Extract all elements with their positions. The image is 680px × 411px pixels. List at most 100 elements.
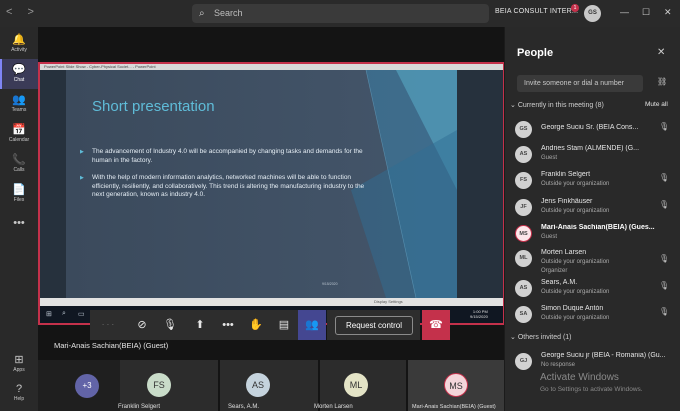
phone-icon: 📞 bbox=[12, 154, 26, 166]
rail-label: Chat bbox=[13, 77, 25, 83]
person-status: Guest bbox=[541, 155, 558, 161]
mic-off-icon[interactable]: 🎙 bbox=[659, 200, 669, 209]
rail-label: Help bbox=[13, 396, 25, 402]
avatar: FS bbox=[515, 172, 532, 189]
search-icon: ⌕ bbox=[62, 310, 66, 317]
ppt-status-bar: Slide 2 of 15 Display Settings bbox=[40, 298, 503, 312]
taskbar-date: 9/15/2020 bbox=[470, 314, 488, 319]
rail-item-more[interactable]: ••• bbox=[0, 213, 38, 243]
share-screen-icon[interactable]: ⬆ bbox=[186, 310, 214, 340]
meeting-controls: · · · ⊘ 🎙 ⬆ ••• ✋ ▤ 👥 Request control ☎ bbox=[90, 310, 450, 340]
others-section-header[interactable]: ⌄ Others invited (1) bbox=[510, 333, 572, 341]
nav-arrows: < > bbox=[6, 6, 46, 18]
rail-item-files[interactable]: 📄 Files bbox=[0, 179, 38, 209]
participant-tile: AS Sears, A.M. bbox=[220, 360, 318, 411]
task-view-icon: ▭ bbox=[78, 311, 85, 318]
share-link-icon[interactable]: ⛓ bbox=[657, 77, 667, 86]
person-name: Sears, A.M. bbox=[541, 279, 578, 286]
rail-item-calendar[interactable]: 📅 Calendar bbox=[0, 119, 38, 149]
mic-off-icon[interactable]: 🎙 bbox=[659, 122, 669, 131]
person-name: Franklin Selgert bbox=[541, 171, 591, 178]
search-input[interactable]: ⌕ Search bbox=[192, 4, 489, 23]
list-item[interactable]: AS Andries Stam (ALMENDE) (G... Guest bbox=[515, 144, 680, 170]
files-icon: 📄 bbox=[12, 184, 26, 196]
rail-item-chat[interactable]: 💬 Chat bbox=[0, 59, 38, 89]
rail-label: Calendar bbox=[8, 137, 30, 143]
org-name[interactable]: BEIA CONSULT INTER... bbox=[495, 8, 578, 15]
mic-off-icon[interactable]: 🎙 bbox=[659, 173, 669, 182]
person-status: No response bbox=[541, 362, 576, 368]
list-item[interactable]: GS George Suciu Sr. (BEIA Cons... 🎙 bbox=[515, 119, 680, 145]
participant-name: Sears, A.M. bbox=[228, 404, 260, 410]
mic-off-icon[interactable]: 🎙 bbox=[659, 281, 669, 290]
rail-item-help[interactable]: ? Help bbox=[0, 379, 38, 409]
more-participants-count: +3 bbox=[75, 374, 99, 398]
request-control-button[interactable]: Request control bbox=[335, 316, 413, 335]
close-icon[interactable]: ✕ bbox=[664, 7, 672, 18]
panel-title: People bbox=[517, 47, 554, 59]
title-bar: < > ⌕ Search BEIA CONSULT INTER... 1 GS … bbox=[0, 0, 680, 27]
rail-item-calls[interactable]: 📞 Calls bbox=[0, 149, 38, 179]
shared-screen: PowerPoint Slide Show - Cyber-Physical S… bbox=[38, 62, 505, 325]
close-icon[interactable]: ✕ bbox=[657, 47, 665, 58]
list-item[interactable]: FS Franklin Selgert Outside your organiz… bbox=[515, 170, 680, 196]
avatar: MS bbox=[515, 225, 532, 242]
person-name: Andries Stam (ALMENDE) (G... bbox=[541, 145, 640, 152]
person-status: Guest bbox=[541, 234, 558, 240]
minimize-icon[interactable]: — bbox=[620, 7, 629, 17]
windows-start-icon: ⊞ bbox=[46, 311, 52, 318]
person-name: George Suciu jr (BEIA - Romania) (Gu... bbox=[541, 352, 666, 359]
rail-item-activity[interactable]: 🔔 Activity bbox=[0, 29, 38, 59]
raise-hand-icon[interactable]: ✋ bbox=[242, 310, 270, 340]
slide: Short presentation The advancement of In… bbox=[66, 70, 457, 298]
list-item[interactable]: JF Jens Finkhäuser Outside your organiza… bbox=[515, 197, 680, 223]
slide-title: Short presentation bbox=[92, 98, 215, 115]
mic-off-icon[interactable]: 🎙 bbox=[659, 254, 669, 263]
mic-off-icon[interactable]: 🎙 bbox=[659, 307, 669, 316]
rail-label: Files bbox=[13, 197, 25, 203]
search-icon: ⌕ bbox=[199, 8, 205, 19]
participants-icon[interactable]: 👥 bbox=[298, 310, 326, 340]
forward-arrow-icon[interactable]: > bbox=[28, 6, 34, 18]
list-item[interactable]: MS Mari-Anais Sachian(BEIA) (Gues... Gue… bbox=[515, 223, 680, 249]
camera-off-icon[interactable]: ⊘ bbox=[128, 310, 156, 340]
user-avatar[interactable]: GS bbox=[584, 5, 601, 22]
list-item[interactable]: AS Sears, A.M. Outside your organization… bbox=[515, 278, 680, 304]
back-arrow-icon[interactable]: < bbox=[6, 6, 12, 18]
person-status: Outside your organization bbox=[541, 289, 610, 295]
avatar: AS bbox=[515, 146, 532, 163]
search-placeholder: Search bbox=[214, 8, 243, 18]
hang-up-icon[interactable]: ☎ bbox=[422, 310, 450, 340]
others-section-label: Others invited (1) bbox=[517, 334, 572, 341]
mic-off-icon[interactable]: 🎙 bbox=[156, 310, 184, 340]
avatar: GS bbox=[515, 121, 532, 138]
rail-item-teams[interactable]: 👥 Teams bbox=[0, 89, 38, 119]
avatar: ML bbox=[515, 250, 532, 267]
participant-tiles: +3 FS Franklin Selgert AS Sears, A.M. ML… bbox=[38, 360, 504, 411]
chat-icon[interactable]: ▤ bbox=[270, 310, 298, 340]
participant-name: Morten Larsen bbox=[314, 404, 353, 410]
current-section-header[interactable]: ⌄ Currently in this meeting (8) bbox=[510, 101, 604, 109]
list-item[interactable]: SA Simon Duque Antón Outside your organi… bbox=[515, 304, 680, 330]
person-status: Outside your organization bbox=[541, 181, 610, 187]
maximize-icon[interactable]: ☐ bbox=[642, 7, 650, 18]
mute-all-button[interactable]: Mute all bbox=[645, 101, 668, 108]
more-icon: ••• bbox=[13, 217, 25, 229]
avatar: JF bbox=[515, 199, 532, 216]
participant-name: Mari-Anais Sachian(BEIA) (Guest) bbox=[412, 404, 496, 410]
avatar: MS bbox=[444, 373, 468, 397]
rail-label: Calls bbox=[13, 167, 25, 173]
notification-badge: 1 bbox=[571, 4, 579, 12]
participant-tile: MS Mari-Anais Sachian(BEIA) (Guest) bbox=[408, 360, 504, 411]
more-actions-icon[interactable]: ••• bbox=[214, 310, 242, 340]
rail-label: Activity bbox=[11, 47, 27, 53]
rail-item-apps[interactable]: ⊞ Apps bbox=[0, 349, 38, 379]
timer-icon: · · · bbox=[101, 320, 115, 329]
slide-bullet: With the help of modern information anal… bbox=[80, 174, 372, 200]
list-item[interactable]: ML Morten Larsen Outside your organizati… bbox=[515, 248, 680, 274]
person-status: Outside your organization bbox=[541, 315, 610, 321]
invite-input[interactable]: Invite someone or dial a number bbox=[517, 75, 643, 92]
activation-watermark: Activate Windows bbox=[540, 372, 619, 383]
slide-right-margin bbox=[457, 70, 503, 298]
person-name: Mari-Anais Sachian(BEIA) (Gues... bbox=[541, 224, 655, 231]
